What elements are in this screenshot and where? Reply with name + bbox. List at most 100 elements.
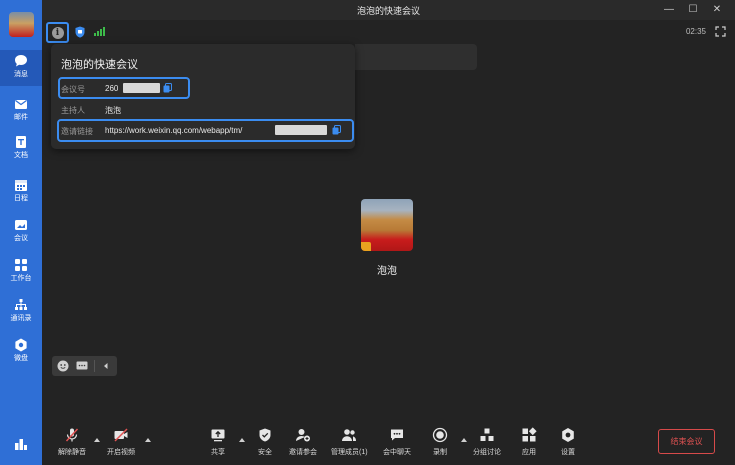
chat-icon bbox=[391, 429, 403, 441]
record-icon bbox=[432, 427, 448, 443]
sidebar-item-messages[interactable]: 消息 bbox=[0, 50, 42, 86]
start-video-button[interactable]: 开启视频 bbox=[107, 427, 135, 457]
share-options-caret[interactable] bbox=[239, 438, 245, 442]
record-options-caret[interactable] bbox=[461, 438, 467, 442]
meeting-app: 消息 邮件 文档 日程 会议 工作台 通讯录 微盘 泡泡的快速会议 — ☐ ✕ … bbox=[0, 0, 735, 465]
manage-members-label: 管理成员(1) bbox=[331, 449, 368, 456]
fullscreen-icon[interactable] bbox=[715, 26, 726, 37]
unmute-button[interactable]: 解除静音 bbox=[58, 427, 86, 457]
mail-icon bbox=[15, 100, 27, 109]
meeting-icon bbox=[15, 220, 27, 230]
mic-muted-icon bbox=[65, 428, 79, 442]
comment-icon[interactable] bbox=[76, 360, 88, 372]
sidebar-item-calendar[interactable]: 日程 bbox=[0, 174, 42, 210]
share-label: 共享 bbox=[211, 449, 225, 456]
minimize-button[interactable]: — bbox=[660, 2, 678, 17]
share-screen-icon bbox=[211, 429, 225, 442]
share-button[interactable]: 共享 bbox=[210, 427, 226, 457]
close-icon: ✕ bbox=[712, 4, 722, 15]
camera-off-icon bbox=[114, 428, 128, 442]
host-badge-icon bbox=[361, 242, 371, 251]
settings-gear-icon bbox=[562, 428, 574, 442]
chat-button[interactable]: 会中聊天 bbox=[383, 427, 411, 457]
info-icon: i bbox=[51, 26, 64, 39]
invite-link-value[interactable]: https://work.weixin.qq.com/webapp/tm/ bbox=[105, 126, 242, 135]
sidebar-item-label: 会议 bbox=[14, 235, 28, 242]
copy-icon[interactable] bbox=[163, 83, 172, 93]
maximize-button[interactable]: ☐ bbox=[684, 2, 702, 17]
participant-avatar[interactable] bbox=[361, 199, 413, 251]
floating-mini-bar bbox=[52, 356, 117, 376]
apps-button[interactable]: 应用 bbox=[521, 427, 537, 457]
settings-button[interactable]: 设置 bbox=[560, 427, 576, 457]
settings-label: 设置 bbox=[561, 449, 575, 456]
window-title: 泡泡的快速会议 bbox=[356, 6, 420, 16]
sidebar-item-label: 消息 bbox=[14, 71, 28, 78]
apps-icon bbox=[522, 427, 537, 442]
sidebar-item-mail[interactable]: 邮件 bbox=[0, 93, 42, 129]
sidebar-item-label: 日程 bbox=[14, 195, 28, 202]
top-bar-strip bbox=[355, 44, 477, 70]
meeting-info-popup: 泡泡的快速会议 会议号 260 主持人 泡泡 邀请链接 https://work… bbox=[51, 44, 355, 149]
security-button[interactable]: 安全 bbox=[257, 427, 273, 457]
calendar-icon bbox=[15, 180, 27, 191]
invite-label: 邀请参会 bbox=[289, 449, 317, 456]
sidebar: 消息 邮件 文档 日程 会议 工作台 通讯录 微盘 bbox=[0, 0, 42, 465]
meeting-id-value: 260 bbox=[105, 84, 119, 93]
meeting-info-button[interactable]: i bbox=[46, 22, 69, 43]
title-bar: 泡泡的快速会议 — ☐ ✕ bbox=[42, 0, 735, 20]
divider bbox=[94, 360, 95, 372]
meeting-id-label: 会议号 bbox=[61, 85, 85, 94]
status-row: i 02:35 bbox=[42, 20, 735, 44]
shield-check-icon bbox=[259, 428, 271, 442]
unmute-label: 解除静音 bbox=[58, 449, 86, 456]
security-label: 安全 bbox=[258, 449, 272, 456]
close-button[interactable]: ✕ bbox=[708, 2, 726, 17]
breakout-button[interactable]: 分组讨论 bbox=[473, 427, 501, 457]
record-label: 录制 bbox=[433, 449, 447, 456]
maximize-icon: ☐ bbox=[688, 4, 698, 15]
sidebar-item-label: 文档 bbox=[14, 152, 28, 159]
sidebar-item-docs[interactable]: 文档 bbox=[0, 131, 42, 167]
chat-bubble-icon bbox=[15, 55, 27, 67]
stats-icon[interactable] bbox=[14, 437, 28, 451]
sidebar-item-contacts[interactable]: 通讯录 bbox=[0, 294, 42, 330]
redacted-mask bbox=[275, 125, 327, 135]
shield-icon[interactable] bbox=[75, 26, 85, 38]
sidebar-item-meeting[interactable]: 会议 bbox=[0, 214, 42, 250]
network-signal-icon[interactable] bbox=[94, 27, 105, 36]
drive-icon bbox=[15, 338, 27, 352]
user-avatar[interactable] bbox=[9, 12, 34, 37]
video-options-caret[interactable] bbox=[145, 438, 151, 442]
start-video-label: 开启视频 bbox=[107, 449, 135, 456]
host-label: 主持人 bbox=[61, 106, 85, 115]
audio-options-caret[interactable] bbox=[94, 438, 100, 442]
manage-members-button[interactable]: 管理成员(1) bbox=[331, 427, 368, 457]
breakout-label: 分组讨论 bbox=[473, 449, 501, 456]
add-person-icon bbox=[296, 429, 310, 442]
invite-button[interactable]: 邀请参会 bbox=[289, 427, 317, 457]
members-icon bbox=[342, 429, 357, 441]
sidebar-item-workbench[interactable]: 工作台 bbox=[0, 254, 42, 290]
minimize-icon: — bbox=[664, 4, 674, 15]
workbench-icon bbox=[15, 259, 27, 271]
end-meeting-label: 结束会议 bbox=[670, 437, 703, 446]
sidebar-item-drive[interactable]: 微盘 bbox=[0, 334, 42, 370]
sidebar-item-label: 工作台 bbox=[10, 275, 32, 282]
redacted-mask bbox=[123, 83, 160, 93]
collapse-left-icon[interactable] bbox=[100, 360, 112, 372]
popup-title: 泡泡的快速会议 bbox=[61, 59, 138, 71]
sidebar-item-label: 通讯录 bbox=[10, 315, 32, 322]
sidebar-item-label: 微盘 bbox=[14, 355, 28, 362]
apps-label: 应用 bbox=[522, 449, 536, 456]
meeting-timer: 02:35 bbox=[685, 27, 706, 36]
record-button[interactable]: 录制 bbox=[432, 427, 448, 457]
participant-name: 泡泡 bbox=[377, 266, 397, 277]
invite-link-label: 邀请链接 bbox=[61, 127, 93, 136]
emoji-icon[interactable] bbox=[57, 360, 69, 372]
host-value: 泡泡 bbox=[105, 106, 121, 115]
copy-icon[interactable] bbox=[332, 125, 341, 135]
end-meeting-button[interactable]: 结束会议 bbox=[658, 429, 715, 454]
chat-label: 会中聊天 bbox=[383, 449, 411, 456]
sidebar-item-label: 邮件 bbox=[14, 114, 28, 121]
